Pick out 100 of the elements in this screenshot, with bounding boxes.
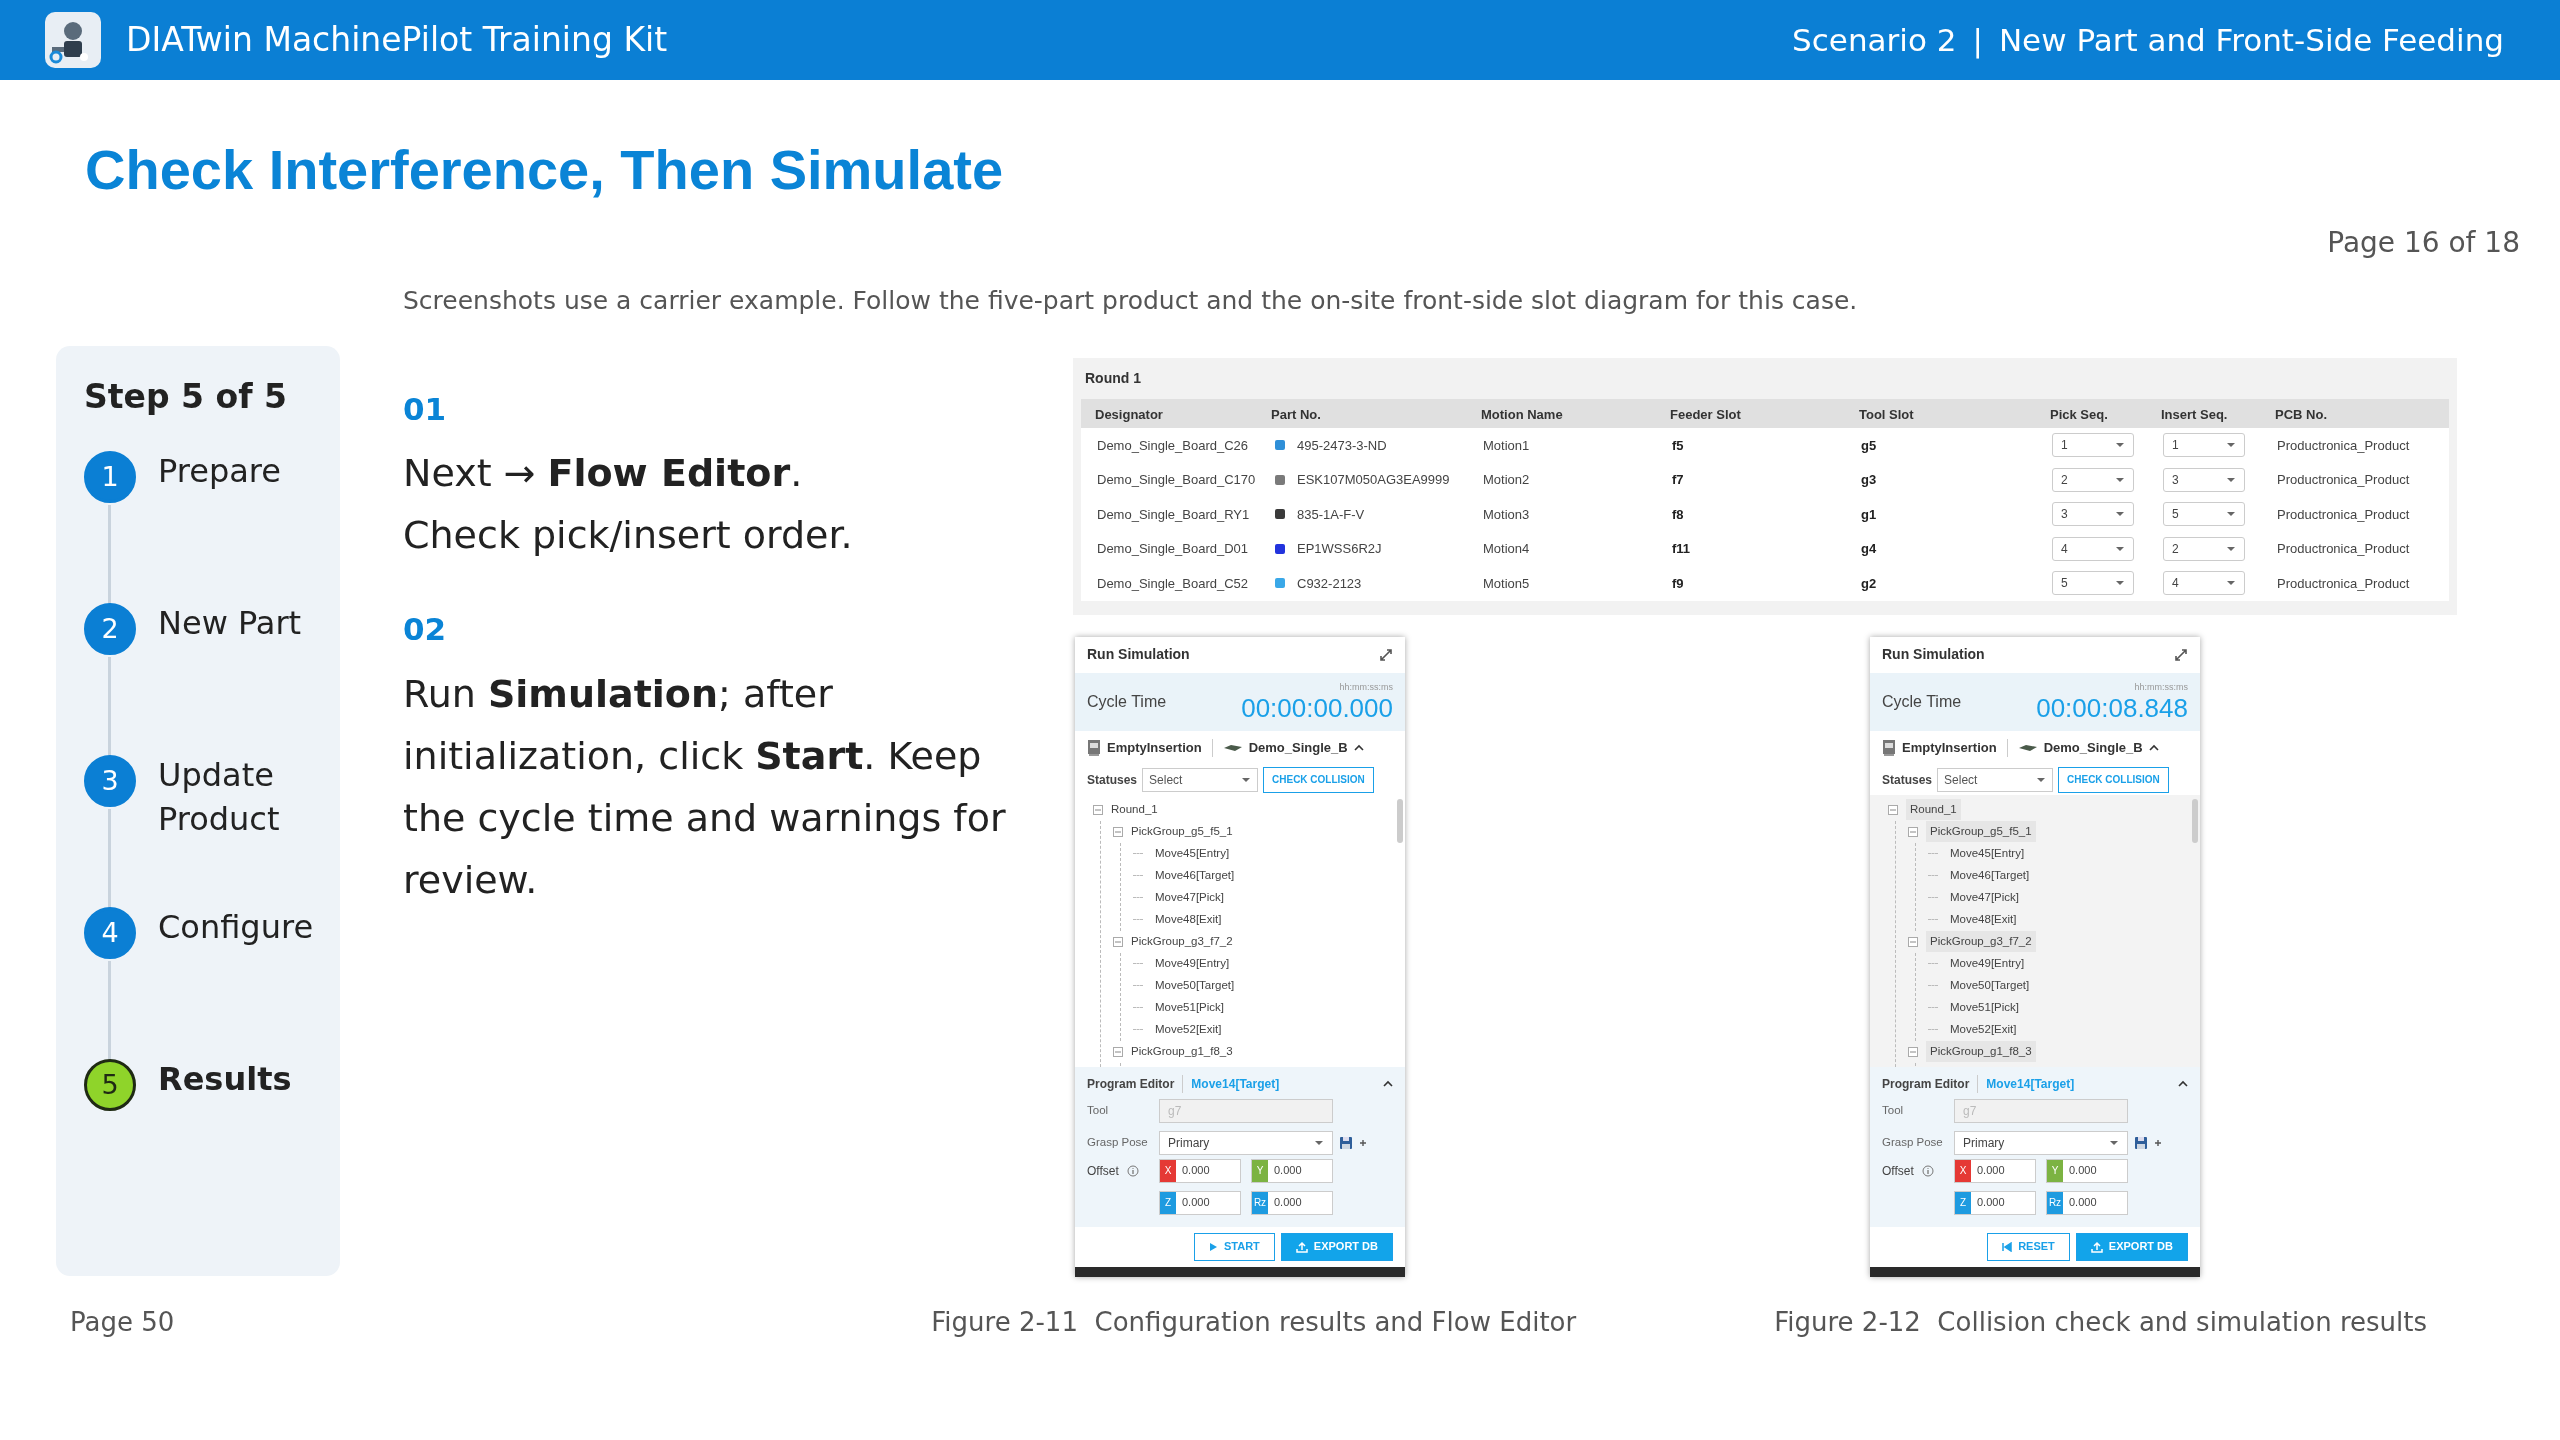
sequence-dropdown[interactable]: 2 xyxy=(2163,536,2245,561)
tree-node[interactable]: Move51[Pick] xyxy=(1950,998,2020,1017)
offset-field[interactable]: Y 0.000 xyxy=(2046,1158,2128,1183)
step-label[interactable]: New Part xyxy=(158,601,302,645)
field-label: Offset xyxy=(1087,1162,1119,1180)
sequence-dropdown[interactable]: 2 xyxy=(2052,467,2134,492)
offset-field[interactable]: X 0.000 xyxy=(1954,1158,2036,1183)
tree-node[interactable]: Move50[Target] xyxy=(1950,976,2030,995)
tree-node[interactable]: PickGroup_g3_f7_2 xyxy=(1131,932,1233,951)
tree-node[interactable]: Move47[Pick] xyxy=(1950,888,2020,907)
info-icon[interactable] xyxy=(1921,1164,1934,1177)
tree-node[interactable]: PickGroup_g1_f8_3 xyxy=(1131,1042,1233,1061)
tree-node[interactable]: Move50[Target] xyxy=(1155,976,1235,995)
sequence-dropdown[interactable]: 5 xyxy=(2052,571,2134,596)
tree-node[interactable]: Move51[Pick] xyxy=(1155,998,1225,1017)
collapse-icon[interactable] xyxy=(1113,1046,1123,1057)
table-cell: g5 xyxy=(1845,428,2036,463)
table-cell-text: 835-1A-F-V xyxy=(1297,505,1365,524)
offset-field[interactable]: Rz 0.000 xyxy=(1251,1190,1333,1215)
tree-node[interactable]: Move48[Exit] xyxy=(1950,910,2017,929)
table-cell: g4 xyxy=(1845,531,2036,566)
scrollbar[interactable] xyxy=(2192,798,2198,843)
offset-field[interactable]: Z 0.000 xyxy=(1159,1190,1241,1215)
sequence-dropdown[interactable]: 3 xyxy=(2163,467,2245,492)
axis-tag: Rz xyxy=(1252,1191,1268,1214)
tree-node[interactable]: Move49[Entry] xyxy=(1155,954,1230,973)
sequence-dropdown[interactable]: 1 xyxy=(2163,433,2245,458)
tree-node[interactable]: PickGroup_g3_f7_2 xyxy=(1926,930,2036,953)
grasp-pose-dropdown[interactable]: Primary xyxy=(1954,1130,2128,1155)
section-title: New Part and Front-Side Feeding xyxy=(1998,20,2504,60)
grasp-pose-dropdown[interactable]: Primary xyxy=(1159,1130,1333,1155)
sequence-dropdown[interactable]: 3 xyxy=(2052,502,2134,527)
plus-icon[interactable] xyxy=(1359,1138,1367,1147)
collapse-icon[interactable] xyxy=(1888,804,1898,815)
collapse-icon[interactable] xyxy=(1093,804,1103,815)
sequence-dropdown[interactable]: 4 xyxy=(2163,571,2245,596)
tree-node[interactable]: Move47[Pick] xyxy=(1155,888,1225,907)
tree-node[interactable]: Move46[Target] xyxy=(1950,866,2030,885)
collapse-icon[interactable] xyxy=(1908,826,1918,837)
tree-node[interactable]: Move49[Entry] xyxy=(1950,954,2025,973)
column-header: Part No. xyxy=(1257,398,1467,428)
board-name: Demo_Single_B xyxy=(1248,738,1348,757)
save-icon[interactable] xyxy=(2134,1135,2148,1150)
chevron-up-icon[interactable] xyxy=(2178,1080,2188,1087)
step-label[interactable]: Results xyxy=(158,1057,292,1101)
chevron-up-icon[interactable] xyxy=(1383,1080,1393,1087)
expand-icon[interactable] xyxy=(1379,647,1393,662)
collapse-icon[interactable] xyxy=(1908,936,1918,947)
chevron-up-icon[interactable] xyxy=(1353,744,1364,751)
tree-node[interactable]: Move45[Entry] xyxy=(1155,844,1230,863)
offset-field[interactable]: Y 0.000 xyxy=(1251,1158,1333,1183)
sequence-dropdown[interactable]: 1 xyxy=(2052,433,2134,458)
table-cell: Demo_Single_Board_RY1 xyxy=(1081,497,1257,532)
tree-node[interactable]: Round_1 xyxy=(1906,798,1961,821)
step-label[interactable]: Configure xyxy=(158,905,314,949)
offset-field[interactable]: X 0.000 xyxy=(1159,1158,1241,1183)
step-label[interactable]: Update Product xyxy=(158,753,312,841)
tree-node[interactable]: Move45[Entry] xyxy=(1950,844,2025,863)
page-title: Check Interference, Then Simulate xyxy=(85,137,1005,203)
tree-node[interactable]: Move48[Exit] xyxy=(1155,910,1222,929)
step-number[interactable]: 5 xyxy=(84,1059,136,1111)
tree-node[interactable]: Move52[Exit] xyxy=(1950,1020,2017,1039)
instruction-text: Next → Flow Editor. xyxy=(403,450,804,497)
chevron-up-icon[interactable] xyxy=(2148,744,2159,751)
step-label[interactable]: Prepare xyxy=(158,449,281,493)
table-title: Round 1 xyxy=(1085,368,1142,388)
board-name: Demo_Single_B xyxy=(2043,738,2143,757)
sequence-dropdown[interactable]: 5 xyxy=(2163,502,2245,527)
offset-field[interactable]: Z 0.000 xyxy=(1954,1190,2036,1215)
statuses-dropdown[interactable]: Select xyxy=(1937,767,2054,792)
sequence-dropdown[interactable]: 4 xyxy=(2052,536,2134,561)
statuses-dropdown[interactable]: Select xyxy=(1142,767,1259,792)
tree-node[interactable]: PickGroup_g1_f8_3 xyxy=(1926,1040,2036,1063)
table-cell: g1 xyxy=(1845,497,2036,532)
tree-node[interactable]: Move46[Target] xyxy=(1155,866,1235,885)
collapse-icon[interactable] xyxy=(1113,826,1123,837)
figure-caption: Figure 2-12 Collision check and simulation results xyxy=(1774,1305,2427,1339)
step-number[interactable]: 3 xyxy=(84,755,136,807)
step-number: 02 xyxy=(403,610,448,649)
table-cell: Motion1 xyxy=(1467,428,1656,463)
expand-icon[interactable] xyxy=(2174,647,2188,662)
scrollbar[interactable] xyxy=(1397,798,1403,843)
tree-node[interactable]: Move52[Exit] xyxy=(1155,1020,1222,1039)
info-icon[interactable] xyxy=(1126,1164,1139,1177)
tree-node[interactable]: PickGroup_g5_f5_1 xyxy=(1131,822,1233,841)
collapse-icon[interactable] xyxy=(1113,936,1123,947)
save-icon[interactable] xyxy=(1339,1135,1353,1150)
table-cell: g3 xyxy=(1845,462,2036,497)
offset-field[interactable]: Rz 0.000 xyxy=(2046,1190,2128,1215)
table-cell: Motion4 xyxy=(1467,531,1656,566)
tree-node[interactable]: PickGroup_g5_f5_1 xyxy=(1926,820,2036,843)
tree-node[interactable]: Round_1 xyxy=(1111,800,1158,819)
collapse-icon[interactable] xyxy=(1908,1046,1918,1057)
skip-back-icon xyxy=(2002,1241,2013,1252)
field-label: Offset xyxy=(1882,1162,1914,1180)
step-number[interactable]: 2 xyxy=(84,603,136,655)
step-number[interactable]: 1 xyxy=(84,451,136,503)
axis-tag: X xyxy=(1955,1159,1971,1182)
step-number[interactable]: 4 xyxy=(84,907,136,959)
plus-icon[interactable] xyxy=(2154,1138,2162,1147)
